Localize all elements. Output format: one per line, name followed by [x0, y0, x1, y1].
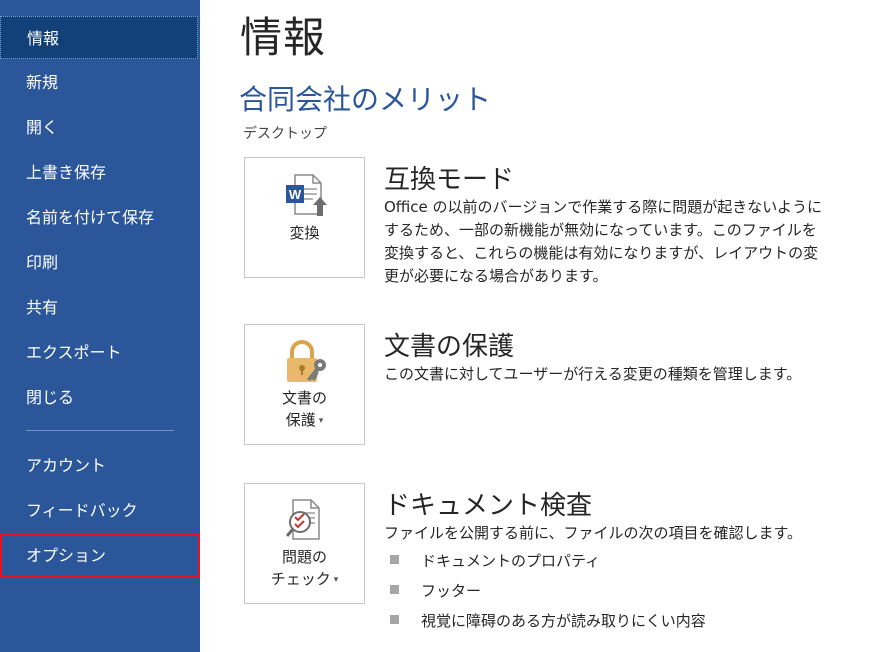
backstage-sidebar: 情報 新規 開く 上書き保存 名前を付けて保存 印刷 共有 エクスポート 閉じる…	[0, 0, 200, 652]
bullet-square-icon	[390, 615, 399, 624]
page-title: 情報	[240, 13, 327, 62]
svg-text:W: W	[289, 187, 302, 202]
protect-document-description: この文書に対してユーザーが行える変更の種類を管理します。	[384, 365, 802, 383]
compatibility-mode-title: 互換モード	[384, 165, 515, 195]
inspect-document-icon	[285, 499, 320, 540]
sidebar-item-share[interactable]: 共有	[0, 286, 198, 329]
sidebar-item-open[interactable]: 開く	[0, 106, 198, 149]
bullet-square-icon	[390, 555, 399, 564]
sidebar-divider	[26, 430, 174, 431]
sidebar-item-feedback[interactable]: フィードバック	[0, 489, 198, 532]
sidebar-item-save-as[interactable]: 名前を付けて保存	[0, 196, 198, 239]
lock-key-icon	[287, 340, 326, 382]
check-for-issues-label-line1: 問題の	[281, 548, 327, 566]
convert-button-label: 変換	[289, 224, 320, 242]
sidebar-item-account[interactable]: アカウント	[0, 444, 198, 487]
document-name: 合同会社のメリット	[239, 83, 492, 116]
protect-document-label-line2: 保護	[285, 411, 316, 429]
bullet-square-icon	[390, 585, 399, 594]
protect-document-label-line1: 文書の	[281, 389, 327, 407]
protect-document-button[interactable]: 文書の 保護 ▾	[244, 324, 365, 445]
check-for-issues-label-line2: チェック	[270, 570, 331, 588]
document-location[interactable]: デスクトップ	[243, 123, 327, 143]
sidebar-item-options[interactable]: オプション	[0, 534, 200, 578]
sidebar-item-print[interactable]: 印刷	[0, 241, 198, 284]
sidebar-item-info[interactable]: 情報	[0, 16, 198, 59]
chevron-down-icon: ▾	[318, 415, 324, 426]
info-pane: 情報 合同会社のメリット デスクトップ W 変換 互換モード Office の以…	[200, 0, 888, 652]
inspect-document-title: ドキュメント検査	[384, 491, 593, 521]
sidebar-item-close[interactable]: 閉じる	[0, 376, 198, 419]
list-item: ドキュメントのプロパティ	[390, 550, 600, 571]
sidebar-item-export[interactable]: エクスポート	[0, 331, 198, 374]
inspect-document-description: ファイルを公開する前に、ファイルの次の項目を確認します。	[384, 524, 803, 542]
convert-button[interactable]: W 変換	[244, 157, 365, 278]
protect-document-title: 文書の保護	[384, 332, 515, 362]
compatibility-mode-description: Office の以前のバージョンで作業する際に問題が起きないようにするため、一部…	[384, 198, 822, 285]
list-item: フッター	[390, 580, 481, 601]
sidebar-item-save[interactable]: 上書き保存	[0, 151, 198, 194]
sidebar-item-new[interactable]: 新規	[0, 61, 198, 104]
list-item: 視覚に障碍のある方が読み取りにくい内容	[390, 610, 706, 631]
check-for-issues-button[interactable]: 問題の チェック ▾	[244, 483, 365, 604]
chevron-down-icon: ▾	[333, 574, 339, 585]
word-convert-icon: W	[286, 174, 327, 216]
